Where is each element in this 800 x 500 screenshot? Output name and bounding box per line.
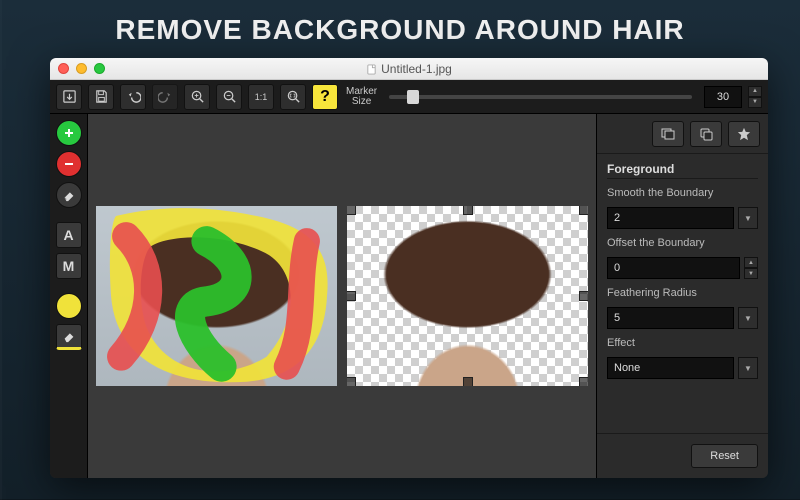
effect-dropdown[interactable]: ▼	[738, 357, 758, 379]
auto-mode-tool[interactable]: A	[56, 222, 82, 248]
mark-background-tool[interactable]	[56, 151, 82, 177]
save-icon	[94, 89, 109, 104]
panel-footer: Reset	[597, 433, 768, 478]
fullscreen-window-button[interactable]	[94, 63, 105, 74]
layers-tab[interactable]	[652, 121, 684, 147]
crop-handle-w[interactable]	[347, 291, 356, 301]
settings-panel: Foreground Smooth the Boundary 2 ▼ Offse…	[596, 114, 768, 478]
save-button[interactable]	[88, 84, 114, 110]
crop-handle-n[interactable]	[463, 206, 473, 215]
crop-handle-sw[interactable]	[347, 377, 356, 386]
source-canvas[interactable]	[96, 206, 337, 387]
marker-size-slider[interactable]	[389, 95, 692, 99]
undo-button[interactable]	[120, 84, 146, 110]
app-window: Untitled-1.jpg 1:1 ? Marker Size	[50, 58, 768, 478]
eraser-tool[interactable]	[56, 182, 82, 208]
eraser-icon	[62, 329, 76, 343]
tool-palette: A M	[50, 114, 88, 478]
feather-radius-dropdown[interactable]: ▼	[738, 307, 758, 329]
redo-button[interactable]	[152, 84, 178, 110]
favorites-tab[interactable]	[728, 121, 760, 147]
feather-radius-input[interactable]: 5	[607, 307, 734, 329]
effect-label: Effect	[607, 337, 758, 349]
stepper-up[interactable]: ▲	[748, 86, 762, 97]
copies-tab[interactable]	[690, 121, 722, 147]
copies-icon	[698, 127, 714, 141]
panel-tabs	[597, 114, 768, 154]
marker-size-label: Marker Size	[346, 87, 377, 107]
crop-handle-s[interactable]	[463, 377, 473, 386]
top-toolbar: 1:1 ? Marker Size 30 ▲ ▼	[50, 80, 768, 114]
result-canvas[interactable]	[347, 206, 588, 387]
feather-radius-label: Feathering Radius	[607, 287, 758, 299]
smooth-boundary-label: Smooth the Boundary	[607, 187, 758, 199]
redo-icon	[158, 89, 173, 104]
plus-icon	[63, 127, 75, 139]
offset-boundary-stepper: ▲ ▼	[744, 257, 758, 279]
window-body: A M	[50, 114, 768, 478]
zoom-fit-button[interactable]	[280, 84, 306, 110]
traffic-lights	[58, 63, 105, 74]
minus-icon	[63, 158, 75, 170]
mark-foreground-tool[interactable]	[56, 120, 82, 146]
marker-overlay	[96, 206, 337, 387]
zoom-in-icon	[190, 89, 205, 104]
zoom-out-button[interactable]	[216, 84, 242, 110]
crop-handle-se[interactable]	[579, 377, 588, 386]
open-icon	[62, 89, 77, 104]
document-icon	[366, 64, 377, 75]
undo-icon	[126, 89, 141, 104]
titlebar: Untitled-1.jpg	[50, 58, 768, 80]
canvas-area	[88, 114, 596, 478]
help-button[interactable]: ?	[312, 84, 338, 110]
result-photo	[347, 206, 588, 387]
close-window-button[interactable]	[58, 63, 69, 74]
zoom-out-icon	[222, 89, 237, 104]
effect-select[interactable]: None	[607, 357, 734, 379]
minimize-window-button[interactable]	[76, 63, 87, 74]
marker-size-stepper: ▲ ▼	[748, 86, 762, 108]
star-icon	[736, 127, 752, 141]
crop-handle-ne[interactable]	[579, 206, 588, 215]
zoom-fit-icon	[286, 89, 301, 104]
refine-hair-tool[interactable]	[56, 293, 82, 319]
slider-thumb[interactable]	[407, 90, 419, 104]
refine-eraser-tool[interactable]	[56, 324, 82, 350]
window-title: Untitled-1.jpg	[50, 62, 768, 76]
eraser-icon	[62, 188, 76, 202]
smooth-boundary-dropdown[interactable]: ▼	[738, 207, 758, 229]
smooth-boundary-input[interactable]: 2	[607, 207, 734, 229]
open-button[interactable]	[56, 84, 82, 110]
stepper-down[interactable]: ▼	[748, 97, 762, 108]
crop-handle-e[interactable]	[579, 291, 588, 301]
offset-boundary-label: Offset the Boundary	[607, 237, 758, 249]
hero-headline: REMOVE BACKGROUND AROUND HAIR	[0, 0, 800, 56]
foreground-section-title: Foreground	[607, 162, 758, 179]
offset-stepper-down[interactable]: ▼	[744, 268, 758, 279]
zoom-actual-button[interactable]: 1:1	[248, 84, 274, 110]
marker-size-value[interactable]: 30	[704, 86, 742, 108]
offset-stepper-up[interactable]: ▲	[744, 257, 758, 268]
manual-mode-tool[interactable]: M	[56, 253, 82, 279]
reset-button[interactable]: Reset	[691, 444, 758, 468]
panel-body: Foreground Smooth the Boundary 2 ▼ Offse…	[597, 154, 768, 433]
zoom-in-button[interactable]	[184, 84, 210, 110]
layers-icon	[660, 127, 676, 141]
offset-boundary-input[interactable]: 0	[607, 257, 740, 279]
crop-handle-nw[interactable]	[347, 206, 356, 215]
